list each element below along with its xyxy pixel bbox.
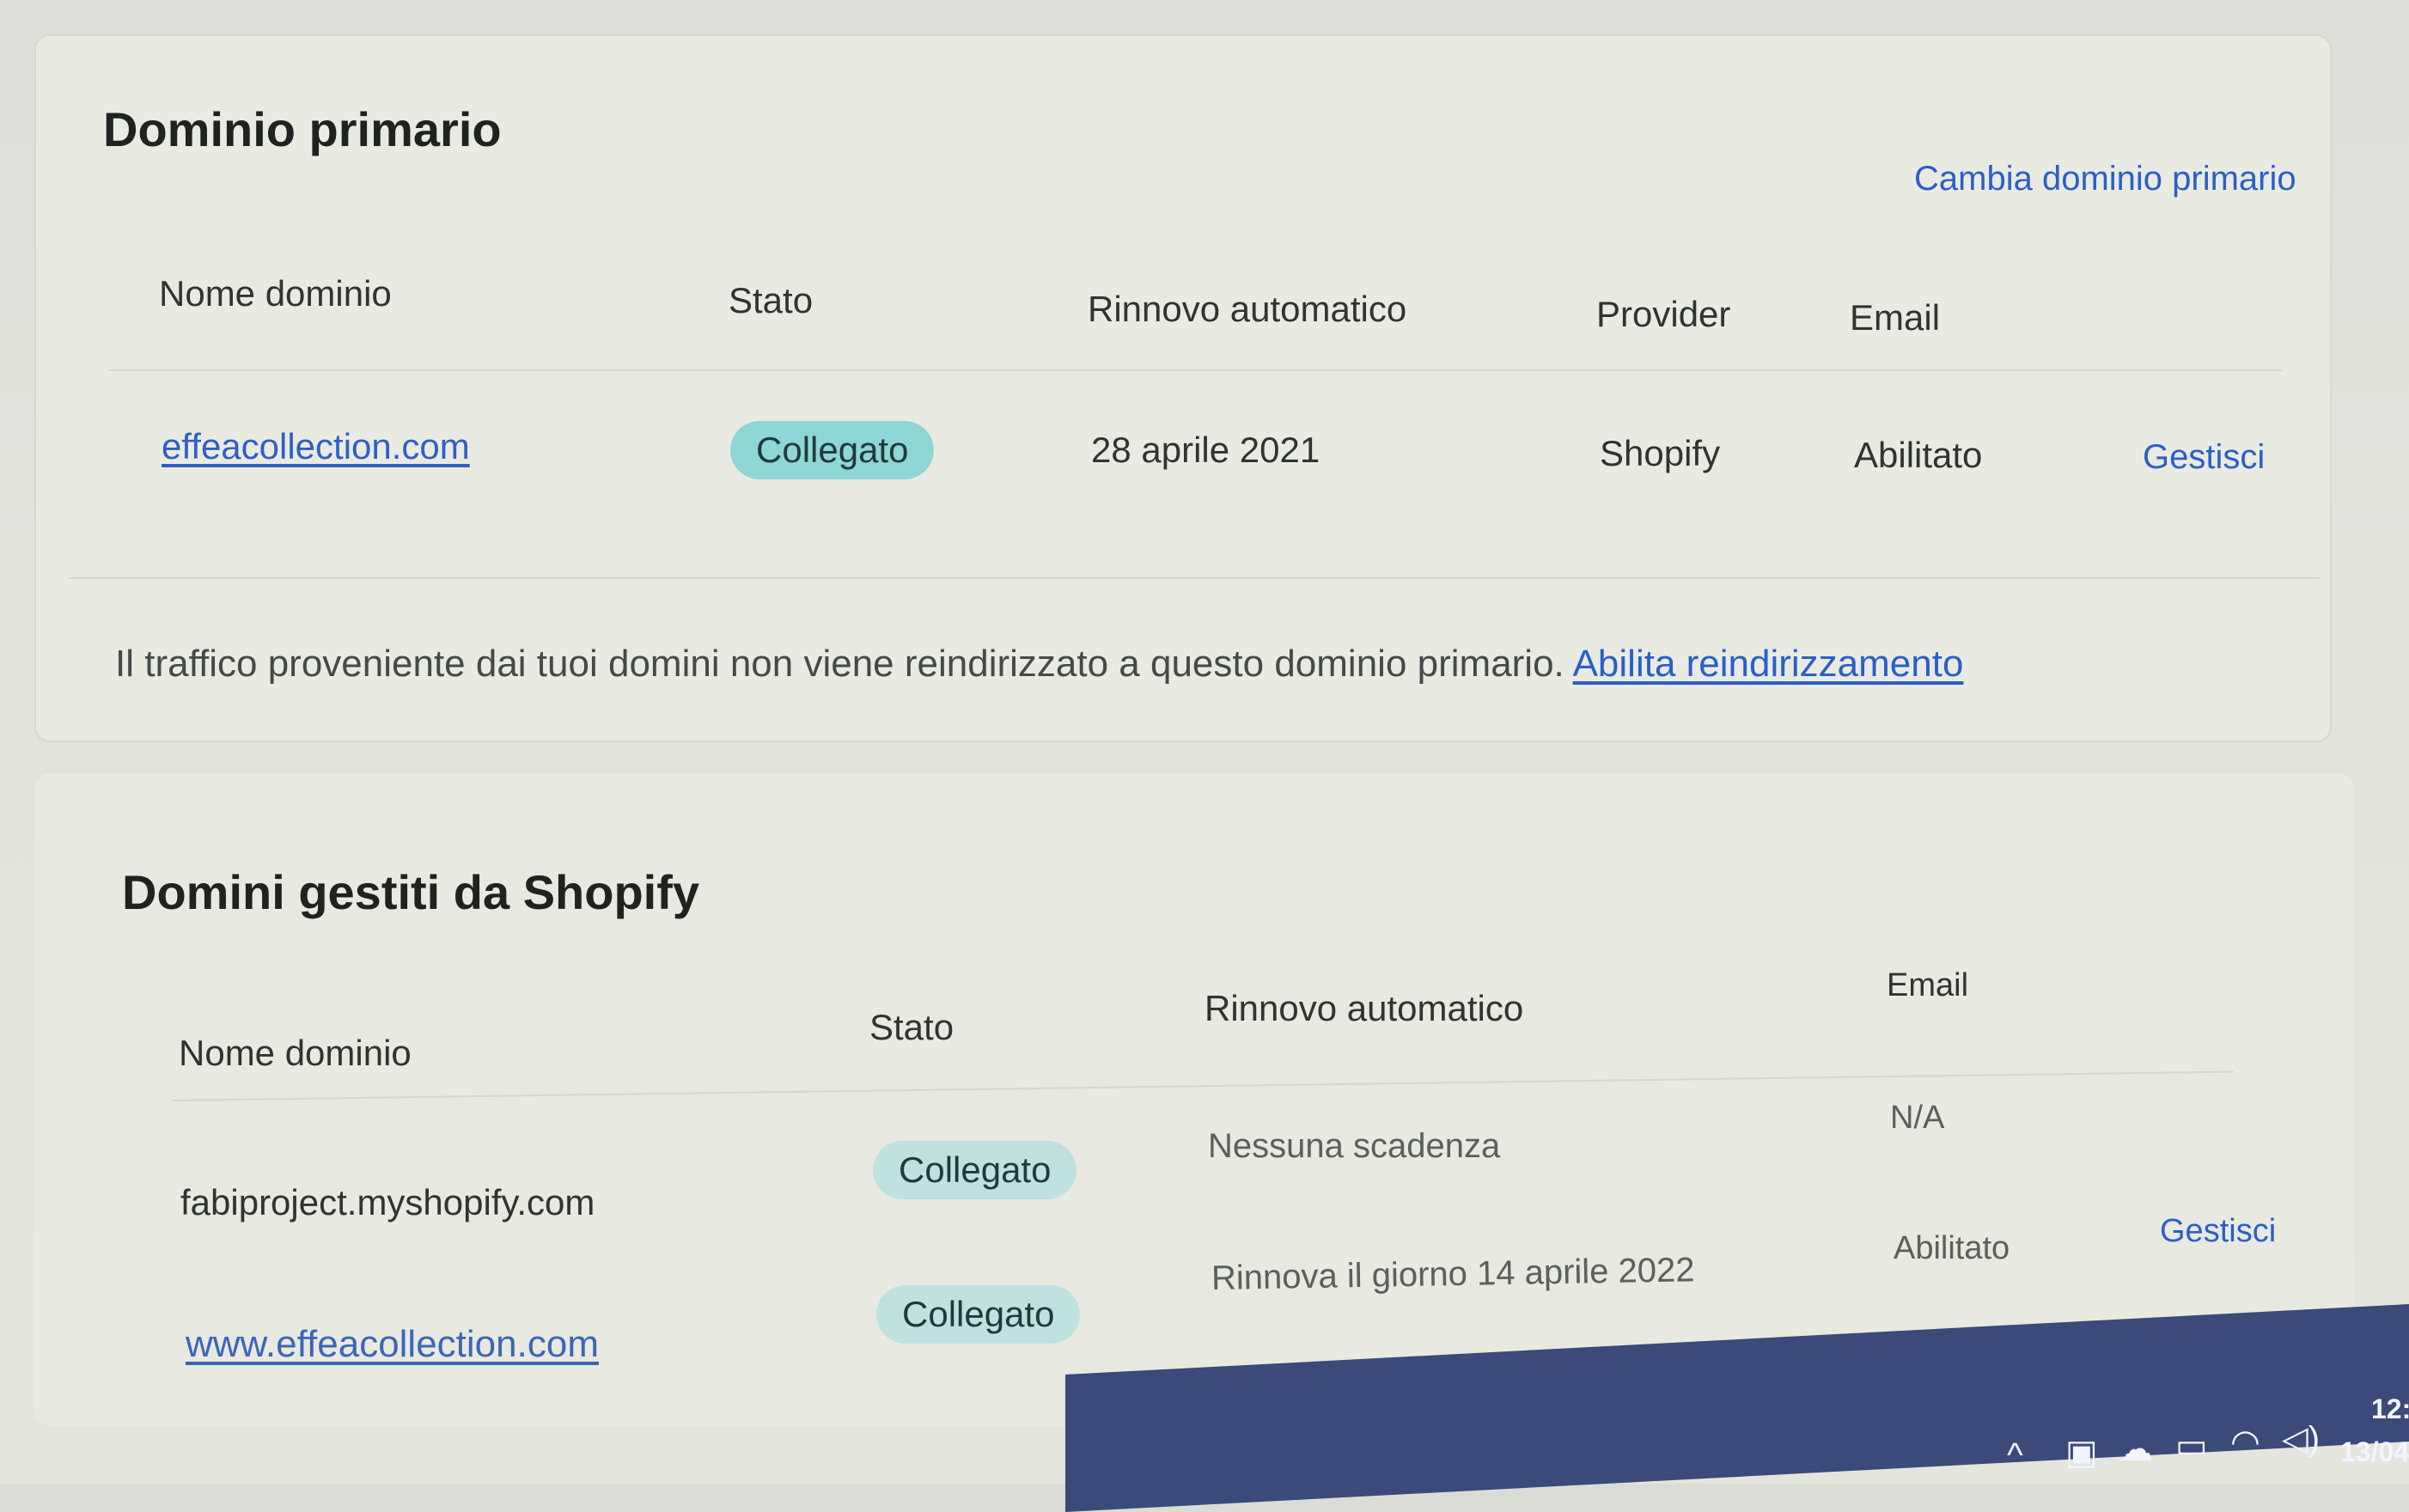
primary-domain-link[interactable]: effeacollection.com [162,426,470,467]
primary-col-status: Stato [729,280,814,320]
managed-row2-manage-link[interactable]: Gestisci [2160,1213,2276,1250]
primary-provider: Shopify [1600,433,1721,473]
managed-row1-renewal: Nessuna scadenza [1208,1127,1501,1165]
battery-icon[interactable]: ▭ [2175,1426,2208,1466]
managed-row1-email: N/A [1890,1100,1945,1136]
primary-col-domain-name: Nome dominio [159,273,392,314]
wifi-icon[interactable]: ◠ [2230,1423,2260,1462]
screen: Dominio primario Cambia dominio primario… [0,0,2409,1512]
managed-col-status: Stato [869,1007,954,1047]
volume-icon[interactable]: ◁) [2282,1419,2320,1459]
change-primary-domain-link[interactable]: Cambia dominio primario [1914,160,2296,198]
primary-domain-title: Dominio primario [103,102,502,156]
primary-email-status: Abilitato [1854,435,1983,475]
chevron-up-icon[interactable]: ^ [2007,1436,2023,1475]
managed-row2-status-badge: Collegato [876,1285,1081,1344]
primary-header-divider [108,369,2282,371]
enable-redirect-link[interactable]: Abilita reindirizzamento [1573,643,1964,685]
meet-now-icon[interactable]: ▣ [2065,1433,2098,1472]
primary-notice-divider [69,577,2320,579]
managed-row1-domain: fabiproject.myshopify.com [180,1182,595,1222]
managed-col-domain-name: Nome dominio [179,1033,412,1073]
primary-manage-link[interactable]: Gestisci [2143,438,2265,477]
clock-time[interactable]: 12: [2371,1393,2409,1425]
primary-col-email: Email [1850,297,1941,338]
managed-row2-email: Abilitato [1894,1230,2010,1266]
primary-renewal-date: 28 aprile 2021 [1091,430,1320,470]
cloud-icon[interactable]: ☁ [2119,1430,2153,1469]
primary-status-badge: Collegato [730,421,935,479]
managed-row1-status-badge: Collegato [873,1141,1077,1199]
managed-domains-title: Domini gestiti da Shopify [122,865,700,919]
clock-date[interactable]: 13/04/ [2340,1436,2409,1468]
managed-col-email: Email [1887,967,1969,1003]
primary-col-provider: Provider [1596,294,1731,334]
managed-col-auto-renewal: Rinnovo automatico [1204,988,1524,1028]
primary-col-auto-renewal: Rinnovo automatico [1088,289,1407,329]
managed-row2-domain-link[interactable]: www.effeacollection.com [186,1323,599,1366]
redirect-notice-text: Il traffico proveniente dai tuoi domini … [115,643,1564,685]
redirect-notice: Il traffico proveniente dai tuoi domini … [115,643,1963,686]
